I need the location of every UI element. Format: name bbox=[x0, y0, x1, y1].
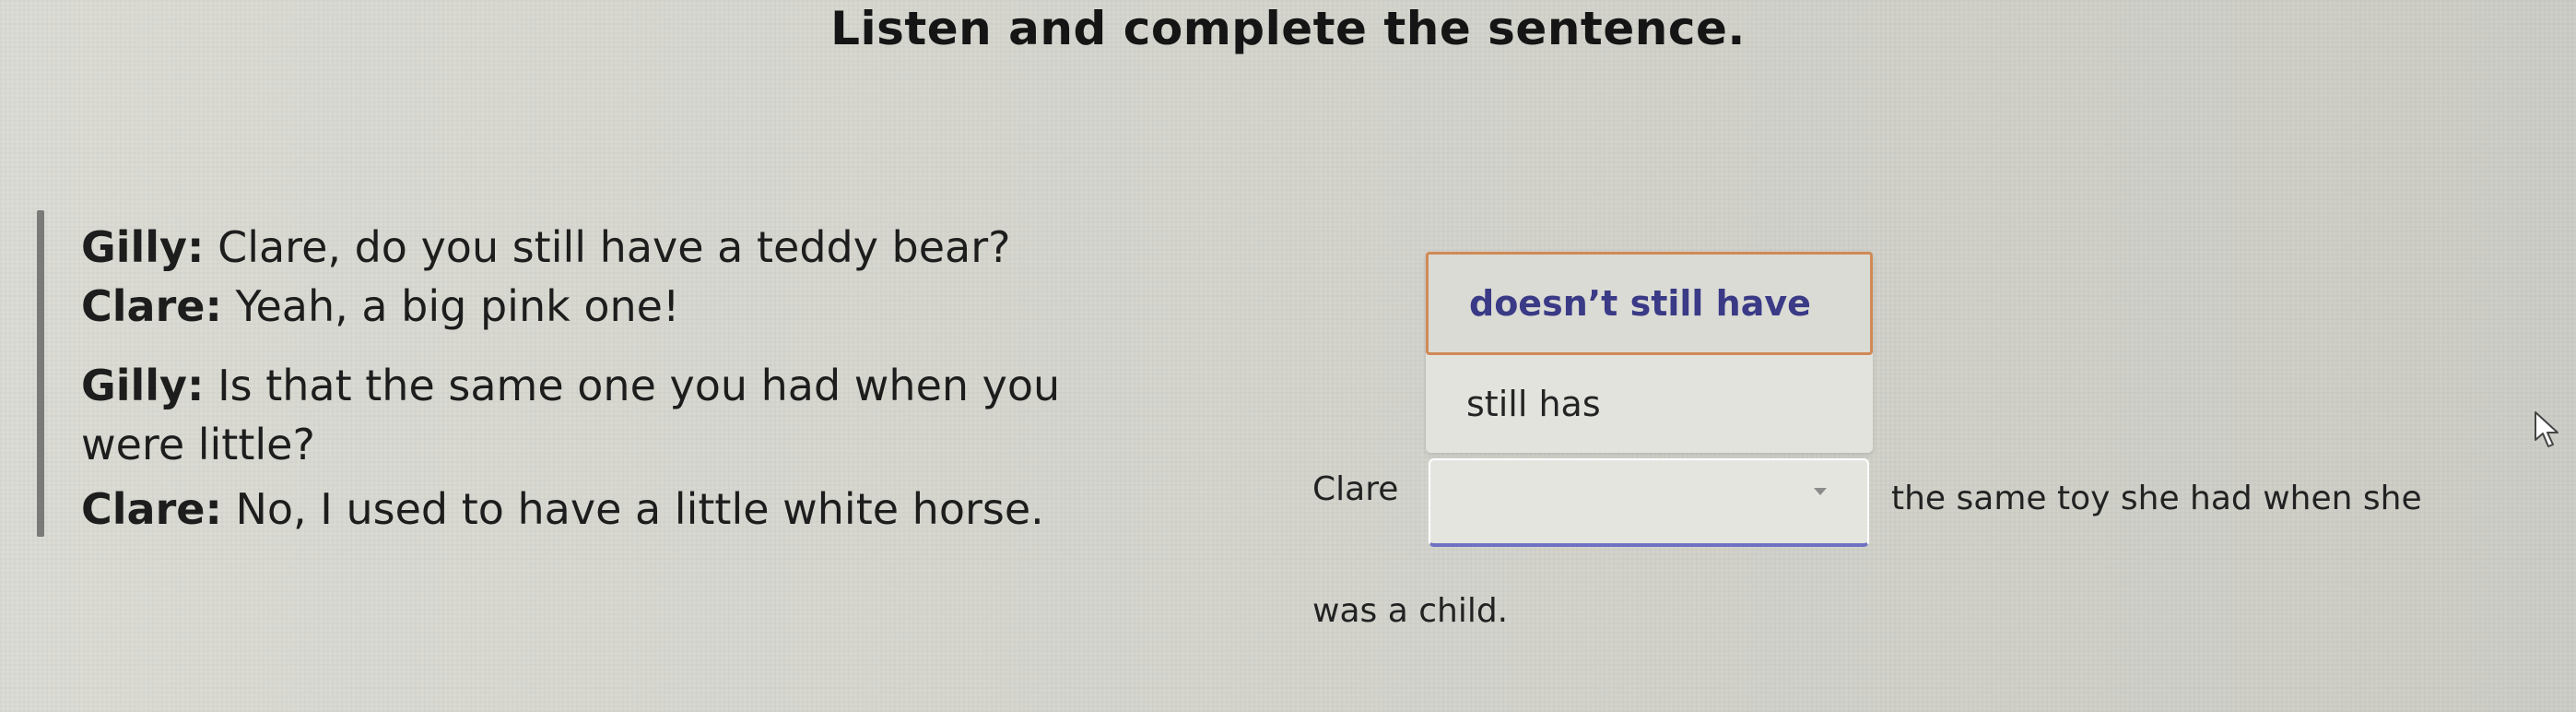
dialogue-text: Yeah, a big pink one! bbox=[221, 281, 680, 331]
dialogue-accent-bar bbox=[37, 210, 44, 537]
option-still-has[interactable]: still has bbox=[1426, 355, 1873, 453]
speaker-label: Clare: bbox=[81, 484, 222, 534]
option-label: doesn’t still have bbox=[1469, 283, 1811, 324]
dialogue-line-2: Clare: Yeah, a big pink one! bbox=[81, 277, 679, 336]
answer-options-list: doesn’t still have still has bbox=[1426, 252, 1873, 453]
dialogue-panel: Gilly: Clare, do you still have a teddy … bbox=[37, 210, 1235, 537]
option-doesnt-still-have[interactable]: doesn’t still have bbox=[1426, 252, 1873, 355]
dialogue-line-3: Gilly: Is that the same one you had when… bbox=[81, 356, 1060, 415]
answer-select[interactable] bbox=[1429, 458, 1869, 547]
mouse-pointer-icon bbox=[2535, 411, 2558, 447]
speaker-label: Clare: bbox=[81, 281, 222, 331]
dialogue-text: No, I used to have a little white horse. bbox=[221, 484, 1044, 534]
sentence-prefix: Clare bbox=[1312, 470, 1399, 508]
speaker-label: Gilly: bbox=[81, 222, 205, 272]
dialogue-text: were little? bbox=[81, 420, 315, 469]
exercise-title: Listen and complete the sentence. bbox=[830, 2, 1746, 55]
dialogue-line-4: were little? bbox=[81, 415, 315, 474]
dialogue-line-1: Gilly: Clare, do you still have a teddy … bbox=[81, 218, 1011, 277]
dialogue-line-5: Clare: No, I used to have a little white… bbox=[81, 480, 1044, 539]
dialogue-text: Is that the same one you had when you bbox=[204, 361, 1061, 410]
speaker-label: Gilly: bbox=[81, 361, 205, 410]
dialogue-text: Clare, do you still have a teddy bear? bbox=[204, 222, 1011, 272]
sentence-suffix: the same toy she had when she bbox=[1891, 480, 2422, 517]
option-label: still has bbox=[1466, 384, 1601, 424]
sentence-continuation: was a child. bbox=[1312, 592, 1509, 630]
chevron-down-icon bbox=[1814, 488, 1827, 495]
